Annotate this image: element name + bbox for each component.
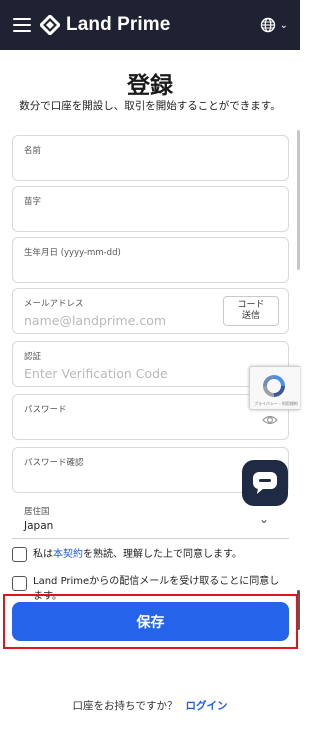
- top-navigation-bar: Land Prime ⌄: [0, 0, 300, 50]
- birth-date-field[interactable]: 生年月日 (yyyy-mm-dd): [12, 237, 289, 283]
- password-confirm-label: パスワード確認: [24, 458, 84, 468]
- email-field[interactable]: メールアドレス コード 送信: [12, 288, 289, 334]
- page-title: 登録: [127, 73, 173, 99]
- login-prompt-row: 口座をお持ちですか？ ログイン: [0, 698, 300, 713]
- birth-date-label: 生年月日 (yyyy-mm-dd): [24, 248, 121, 258]
- chevron-down-icon: ⌄: [279, 19, 288, 31]
- password-confirm-input[interactable]: [24, 470, 224, 485]
- email-input[interactable]: [24, 313, 224, 328]
- page-subtitle: 数分で口座を開設し、取引を開始することができます。: [19, 100, 281, 112]
- brand-name: Land Prime: [66, 14, 171, 35]
- recaptcha-icon: [263, 375, 285, 397]
- login-link[interactable]: ログイン: [186, 700, 228, 712]
- first-name-label: 名前: [24, 146, 42, 156]
- first-name-input[interactable]: [24, 158, 224, 173]
- last-name-label: 苗字: [24, 197, 42, 207]
- globe-icon: [260, 17, 275, 33]
- login-prompt: 口座をお持ちですか？: [72, 700, 178, 712]
- save-button[interactable]: 保存: [12, 602, 289, 641]
- hamburger-menu-icon[interactable]: [13, 18, 31, 32]
- verification-input[interactable]: [24, 366, 224, 381]
- send-code-label-line1: コード: [237, 299, 265, 310]
- scrollbar-thumb[interactable]: [297, 130, 300, 270]
- send-code-label-line2: 送信: [241, 311, 260, 321]
- chat-bubble-icon: [253, 472, 277, 494]
- terms-link[interactable]: 本契約: [53, 549, 83, 560]
- marketing-checkbox[interactable]: [12, 576, 27, 591]
- recaptcha-caption: プライバシー - 利用規約: [254, 401, 298, 406]
- country-selected-value: Japan: [24, 520, 54, 532]
- language-selector[interactable]: ⌄: [260, 16, 288, 34]
- first-name-field[interactable]: 名前: [12, 135, 289, 181]
- password-field[interactable]: パスワード: [12, 394, 289, 440]
- country-label: 居住国: [24, 507, 50, 517]
- verification-field[interactable]: 認証: [12, 341, 289, 387]
- diamond-logo-icon: [40, 15, 60, 35]
- last-name-input[interactable]: [24, 209, 224, 224]
- recaptcha-badge[interactable]: プライバシー - 利用規約: [249, 366, 300, 410]
- brand-logo[interactable]: Land Prime: [40, 13, 170, 37]
- password-input[interactable]: [24, 417, 224, 432]
- verification-label: 認証: [24, 352, 42, 362]
- chat-button[interactable]: [242, 460, 288, 506]
- terms-checkbox[interactable]: [12, 547, 27, 562]
- eye-icon[interactable]: [262, 413, 278, 427]
- terms-text-after: を熟読、理解した上で同意します。: [83, 549, 242, 560]
- birth-date-input[interactable]: [24, 260, 224, 275]
- terms-text: 私は本契約を熟読、理解した上で同意します。: [33, 547, 242, 562]
- send-code-button[interactable]: コード 送信: [223, 296, 279, 326]
- email-label: メールアドレス: [24, 299, 84, 309]
- last-name-field[interactable]: 苗字: [12, 186, 289, 232]
- terms-text-before: 私は: [33, 549, 53, 560]
- password-label: パスワード: [24, 405, 67, 415]
- chevron-down-icon[interactable]: ⌄: [259, 512, 269, 526]
- country-select[interactable]: [12, 499, 289, 539]
